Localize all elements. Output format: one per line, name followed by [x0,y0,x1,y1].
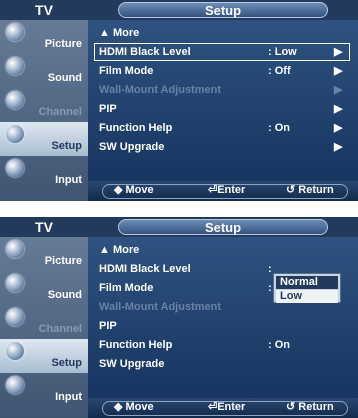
menu-row-pip[interactable]: PIP ▶ [88,100,358,119]
menu-row-sw-upgrade[interactable]: SW Upgrade ▶ [88,138,358,157]
setup-icon [6,342,24,360]
picture-icon [6,23,24,41]
rail-item-label: Picture [44,38,82,50]
sound-icon [6,57,24,75]
channel-icon [6,91,24,109]
chevron-right-icon: ▶ [334,84,343,96]
footer-return-hint: ↺ Return [286,401,334,413]
rail-item-label: Picture [44,255,82,267]
rail-item-setup[interactable]: Setup [0,339,88,373]
setup-menu-list: ▲ More HDMI Black Level : Low ▶ Film Mod… [88,20,358,181]
rail-title: TV [0,0,88,20]
picture-icon [6,240,24,258]
menu-row-film-mode[interactable]: Film Mode : Off ▶ [88,62,358,81]
rail-item-input[interactable]: Input [0,156,88,190]
row-label: PIP [99,320,117,332]
row-label: PIP [99,103,117,115]
rail-item-input[interactable]: Input [0,373,88,407]
row-value: : On [268,122,290,134]
rail-item-picture[interactable]: Picture [0,237,88,271]
footer-return-hint: ↺ Return [286,184,334,196]
menu-footer: ◆ Move ⏎Enter ↺ Return [88,398,358,418]
rail-item-channel[interactable]: Channel [0,305,88,339]
row-label: Wall-Mount Adjustment [99,84,221,96]
row-label: SW Upgrade [99,141,165,153]
rail-item-label: Setup [51,140,82,152]
menu-row-function-help[interactable]: Function Help : On [88,336,358,355]
menu-row-function-help[interactable]: Function Help : On ▶ [88,119,358,138]
more-item[interactable]: ▲ More [88,24,358,43]
menu-footer: ◆ Move ⏎Enter ↺ Return [88,181,358,201]
input-icon [6,376,24,394]
row-value: : [268,263,272,275]
row-label: Function Help [99,122,173,134]
rail-item-picture[interactable]: Picture [0,20,88,54]
setup-osd-screen-1: TV Picture Sound Channel Setup Input Set… [0,0,358,201]
category-rail: TV Picture Sound Channel Setup Input [0,0,88,201]
chevron-right-icon: ▶ [334,46,343,58]
rail-item-sound[interactable]: Sound [0,54,88,88]
row-value: : On [268,339,290,351]
chevron-right-icon: ▶ [334,141,343,153]
row-value: : Off [268,65,291,77]
rail-item-label: Input [55,174,82,186]
rail-item-label: Channel [38,106,82,118]
rail-item-channel[interactable]: Channel [0,88,88,122]
rail-item-sound[interactable]: Sound [0,271,88,305]
rail-item-label: Input [55,391,82,403]
rail-title: TV [0,217,88,237]
rail-item-label: Sound [47,72,82,84]
channel-icon [6,308,24,326]
setup-icon [6,125,24,143]
chevron-right-icon: ▶ [334,65,343,77]
sound-icon [6,274,24,292]
rail-item-label: Channel [38,323,82,335]
menu-row-pip[interactable]: PIP [88,317,358,336]
footer-enter-hint: ⏎Enter [208,401,246,413]
chevron-right-icon: ▶ [334,122,343,134]
row-label: Film Mode [99,282,154,294]
row-label: Film Mode [99,65,154,77]
setup-osd-screen-2: TV Picture Sound Channel Setup Input Set… [0,217,358,418]
row-value: : Low [268,46,297,58]
more-item[interactable]: ▲ More [88,241,358,260]
row-label: Wall-Mount Adjustment [99,301,221,313]
row-label: HDMI Black Level [99,46,191,58]
row-label: Function Help [99,339,173,351]
setup-menu-list: ▲ More HDMI Black Level : Film Mode : Wa… [88,237,358,398]
footer-move-hint: ◆ Move [114,184,154,196]
menu-title: Setup [118,219,328,235]
category-rail: TV Picture Sound Channel Setup Input [0,217,88,418]
row-value: : [268,282,272,294]
menu-row-wall-mount-adjustment[interactable]: Wall-Mount Adjustment ▶ [88,81,358,100]
row-label: HDMI Black Level [99,263,191,275]
dropdown-option-low[interactable]: Low [276,290,338,303]
menu-title: Setup [118,2,328,18]
chevron-right-icon: ▶ [334,103,343,115]
footer-move-hint: ◆ Move [114,401,154,413]
screen-separator [0,201,358,217]
menu-header: Setup [88,0,358,20]
rail-item-label: Sound [47,289,82,301]
hdmi-black-level-dropdown[interactable]: Normal Low [273,273,341,303]
dropdown-option-normal[interactable]: Normal [276,276,338,289]
menu-row-sw-upgrade[interactable]: SW Upgrade [88,355,358,374]
more-label: ▲ More [99,244,140,256]
footer-enter-hint: ⏎Enter [208,184,246,196]
row-label: SW Upgrade [99,358,165,370]
input-icon [6,159,24,177]
rail-item-setup[interactable]: Setup [0,122,88,156]
menu-header: Setup [88,217,358,237]
menu-row-hdmi-black-level[interactable]: HDMI Black Level : Low ▶ [88,43,358,62]
rail-item-label: Setup [51,357,82,369]
more-label: ▲ More [99,27,140,39]
